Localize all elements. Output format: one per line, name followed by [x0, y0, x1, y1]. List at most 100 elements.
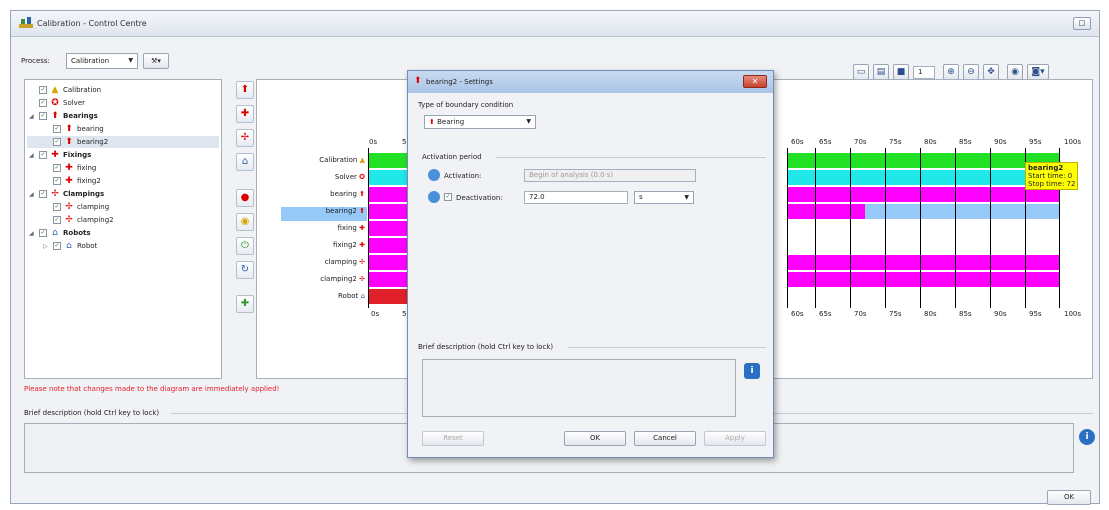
zoom-out-button[interactable]: ⊖: [963, 64, 979, 80]
bar-solver[interactable]: [787, 170, 1059, 185]
dialog-brief-field[interactable]: [422, 359, 736, 417]
tick-label: 60s: [791, 138, 804, 146]
cancel-button[interactable]: Cancel: [634, 431, 696, 446]
checkbox[interactable]: ✓: [39, 229, 47, 237]
tree-item[interactable]: ✓ ▲ Calibration: [29, 84, 101, 96]
gantt-tooltip: bearing2 Start time: 0 Stop time: 72: [1025, 162, 1079, 190]
add-bearing-button[interactable]: ⬆: [236, 81, 254, 99]
power-icon: ⏻: [241, 240, 249, 251]
bar-bearing2-active[interactable]: [787, 204, 865, 219]
checkbox[interactable]: ✓: [53, 164, 61, 172]
tooltip-start: Start time: 0: [1028, 172, 1073, 180]
process-label: Process:: [21, 57, 50, 65]
clamping-icon: ✢: [240, 132, 250, 143]
record-button[interactable]: ●: [236, 189, 254, 207]
bar-bearing2-inactive[interactable]: [865, 204, 1059, 219]
expand-icon[interactable]: ◢: [29, 230, 37, 237]
refresh-button[interactable]: ↻: [236, 261, 254, 279]
zoom-value: 1: [918, 68, 923, 76]
checkbox[interactable]: ✓: [53, 216, 61, 224]
checkbox[interactable]: ✓: [53, 203, 61, 211]
tick-label: 5: [402, 310, 407, 318]
toolbar-page-button[interactable]: ▭: [853, 64, 869, 80]
tree-item[interactable]: ◢ ✓ ⬆ Bearings: [29, 110, 98, 122]
bar-clamping2[interactable]: [787, 272, 1059, 287]
checkbox[interactable]: ✓: [53, 177, 61, 185]
checkbox[interactable]: ✓: [39, 86, 47, 94]
tree-item-label: Robots: [63, 229, 91, 237]
close-button[interactable]: ✕: [743, 75, 767, 88]
camera-button[interactable]: ◙▾: [1027, 64, 1049, 80]
toolbar-save-button[interactable]: ■: [893, 64, 909, 80]
toolbar-page2-button[interactable]: ▤: [873, 64, 889, 80]
zoom-in-icon: ⊕: [947, 67, 955, 77]
grid-line: [990, 148, 991, 308]
fit-button[interactable]: ✥: [983, 64, 999, 80]
pages-icon: ▤: [876, 67, 886, 77]
bar-calibration[interactable]: [787, 153, 1059, 168]
deactivation-input[interactable]: 72.0: [524, 191, 628, 204]
add-robot-button[interactable]: ⌂: [236, 153, 254, 171]
tree-item[interactable]: ✓ ✚ fixing2: [53, 175, 101, 187]
checkbox[interactable]: ✓: [53, 138, 61, 146]
tree-item[interactable]: ✓ ✚ fixing: [53, 162, 96, 174]
zoom-in-button[interactable]: ⊕: [943, 64, 959, 80]
expand-icon[interactable]: ◢: [29, 152, 37, 159]
checkbox[interactable]: ✓: [39, 99, 47, 107]
warning-circle-icon: ◉: [240, 216, 250, 227]
activation-icon: [428, 169, 440, 181]
restore-button[interactable]: □: [1073, 17, 1091, 30]
process-select[interactable]: Calibration ▼: [66, 53, 138, 69]
checkbox[interactable]: ✓: [53, 125, 61, 133]
tree-item[interactable]: ✓ ✢ clamping: [53, 201, 109, 213]
checkbox[interactable]: ✓: [39, 151, 47, 159]
tree-item[interactable]: ◢ ✓ ⌂ Robots: [29, 227, 91, 239]
tick-label: 75s: [889, 138, 902, 146]
info-icon[interactable]: i: [744, 363, 760, 379]
deactivation-icon: [428, 191, 440, 203]
unit-select[interactable]: s ▼: [634, 191, 694, 204]
tree-item-selected[interactable]: ✓ ⬆ bearing2: [27, 136, 219, 148]
expand-icon[interactable]: ◢: [29, 191, 37, 198]
row-label-text: clamping: [324, 258, 357, 266]
tree-item[interactable]: ◢ ✓ ✢ Clampings: [29, 188, 104, 200]
checkbox[interactable]: ✓: [39, 112, 47, 120]
expand-icon[interactable]: ◢: [29, 113, 37, 120]
bar-clamping[interactable]: [787, 255, 1059, 270]
zoom-spin[interactable]: 1: [913, 66, 935, 79]
add-fixing-button[interactable]: ✚: [236, 105, 254, 123]
power-button[interactable]: ⏻: [236, 237, 254, 255]
tree-item[interactable]: ✓ ⬆ bearing: [53, 123, 104, 135]
apply-button[interactable]: Apply: [704, 431, 766, 446]
view-button[interactable]: ◉: [1007, 64, 1023, 80]
checkbox[interactable]: ✓: [39, 190, 47, 198]
row-label-text: fixing2: [333, 241, 357, 249]
tree-item[interactable]: ✓ ✪ Solver: [29, 97, 85, 109]
process-tool-button[interactable]: ⚒▾: [143, 53, 169, 69]
clamping-icon: ✢: [51, 188, 59, 199]
reset-button[interactable]: Reset: [422, 431, 484, 446]
add-button[interactable]: ✚: [236, 295, 254, 313]
tree-item-label: bearing: [77, 125, 104, 133]
activation-input[interactable]: Begin of analysis (0.0 s): [524, 169, 696, 182]
add-clamping-button[interactable]: ✢: [236, 129, 254, 147]
row-label-text: Solver: [334, 173, 357, 181]
expand-icon[interactable]: ▷: [43, 243, 51, 250]
tick-label: 95s: [1029, 138, 1042, 146]
tree-item[interactable]: ◢ ✓ ✚ Fixings: [29, 149, 91, 161]
dialog-ok-button[interactable]: OK: [564, 431, 626, 446]
tree-item[interactable]: ✓ ✢ clamping2: [53, 214, 114, 226]
tree-item[interactable]: ▷ ✓ ⌂ Robot: [43, 240, 97, 252]
checkbox[interactable]: ✓: [53, 242, 61, 250]
info-icon[interactable]: i: [1079, 429, 1095, 445]
type-select[interactable]: ⬆ Bearing ▼: [424, 115, 536, 129]
deactivation-checkbox[interactable]: ✓: [444, 193, 452, 201]
ok-button[interactable]: OK: [1047, 490, 1091, 505]
warning-button[interactable]: ◉: [236, 213, 254, 231]
gantt-row-label: Robot ⌂: [267, 292, 367, 300]
camera-icon: ◙▾: [1031, 67, 1045, 77]
deactivation-value: 72.0: [529, 193, 545, 201]
clamping-icon: ✢: [65, 214, 73, 225]
bar-bearing[interactable]: [787, 187, 1059, 202]
robot-icon: ⌂: [52, 227, 58, 238]
